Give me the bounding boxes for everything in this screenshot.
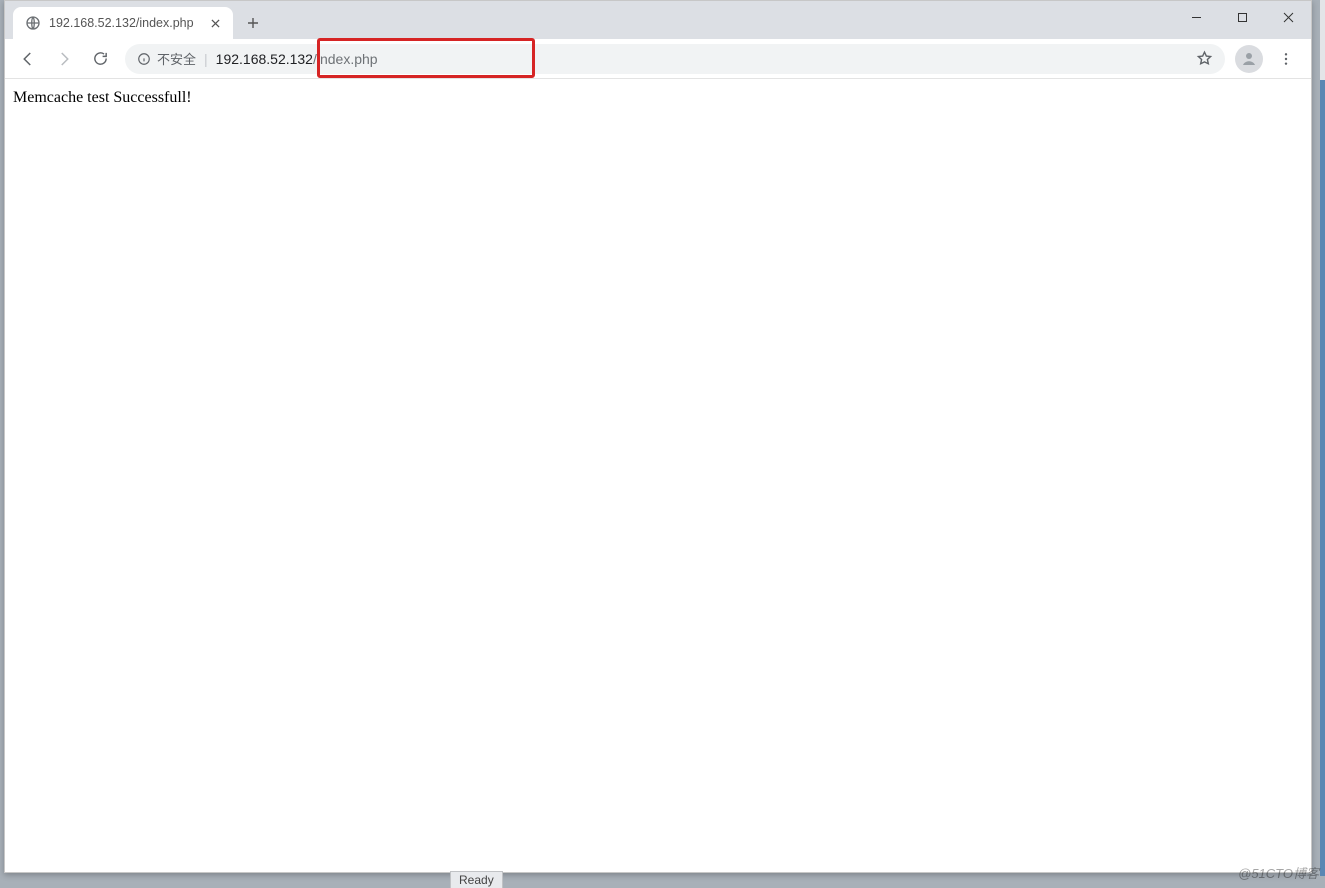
tab-close-button[interactable] [207,15,223,31]
background-strip [1320,80,1325,876]
insecure-label: 不安全 [157,49,196,68]
window-close-button[interactable] [1265,1,1311,33]
window-controls [1173,1,1311,33]
back-button[interactable] [11,44,45,74]
url-host: 192.168.52.132 [216,51,313,67]
address-bar[interactable]: 不安全 | 192.168.52.132/index.php [125,44,1225,74]
tab-title: 192.168.52.132/index.php [49,16,194,30]
url-path: /index.php [313,51,378,67]
page-viewport[interactable]: Memcache test Successfull! [5,79,1311,872]
profile-avatar[interactable] [1235,45,1263,73]
window-maximize-button[interactable] [1219,1,1265,33]
url-text: 192.168.52.132/index.php [216,51,378,67]
watermark: @51CTO博客 [1238,863,1319,882]
info-icon [137,52,151,66]
star-icon [1196,50,1213,67]
page-body-text: Memcache test Successfull! [5,79,1311,117]
browser-menu-button[interactable] [1269,44,1303,74]
window-minimize-button[interactable] [1173,1,1219,33]
background-status-text: Ready [459,873,494,887]
browser-window: 192.168.52.132/index.php [4,0,1312,873]
reload-button[interactable] [83,44,117,74]
browser-tab[interactable]: 192.168.52.132/index.php [13,7,233,39]
bookmark-button[interactable] [1196,50,1213,67]
new-tab-button[interactable] [239,9,267,37]
globe-icon [25,15,41,31]
tab-strip: 192.168.52.132/index.php [5,1,1311,39]
background-strip-top [1320,0,1325,80]
person-icon [1240,50,1258,68]
forward-button[interactable] [47,44,81,74]
toolbar: 不安全 | 192.168.52.132/index.php [5,39,1311,79]
background-statusbar: Ready [450,871,503,888]
dots-vertical-icon [1278,51,1294,67]
site-security-badge[interactable]: 不安全 [137,49,196,68]
